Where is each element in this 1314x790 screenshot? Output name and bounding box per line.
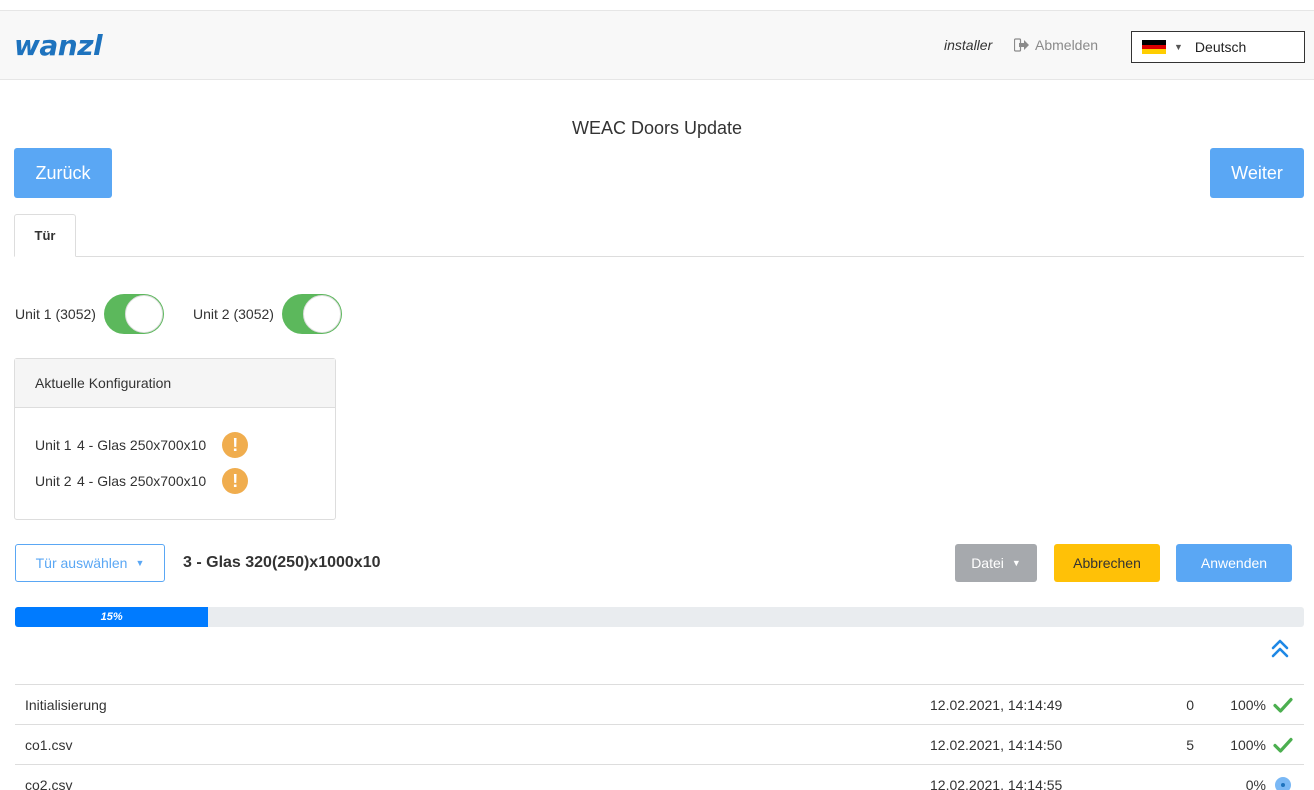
wanzl-logo[interactable]: wanzl (14, 29, 103, 62)
cancel-button[interactable]: Abbrechen (1054, 544, 1160, 582)
sign-out-icon (1014, 38, 1029, 52)
progress-bar: 15% (15, 607, 1304, 627)
current-config-panel: Aktuelle Konfiguration Unit 1 4 - Glas 2… (14, 358, 336, 520)
page-title: WEAC Doors Update (571, 118, 743, 138)
config-row-unit-1: Unit 1 4 - Glas 250x700x10 ! (35, 432, 249, 458)
unit-2-label: Unit 2 (3052) (193, 306, 274, 322)
warning-icon: ! (222, 468, 249, 494)
step-count: 5 (1186, 737, 1194, 753)
chevron-double-up-icon[interactable] (1267, 636, 1293, 662)
config-unit-label: Unit 1 (35, 437, 72, 453)
file-dropdown-button[interactable]: Datei ▼ (955, 544, 1037, 582)
step-name: Initialisierung (25, 697, 107, 713)
unit-2-switch[interactable] (281, 294, 342, 334)
config-value: 4 - Glas 250x700x10 (77, 473, 207, 489)
check-icon (1272, 695, 1294, 715)
step-count: 0 (1186, 697, 1194, 713)
step-percent: 0% (1245, 777, 1266, 790)
switch-knob (302, 295, 341, 333)
unit-1-toggle-group: Unit 1 (3052) (15, 294, 164, 334)
step-time: 12.02.2021, 14:14:49 (930, 697, 1063, 713)
config-unit-label: Unit 2 (35, 473, 72, 489)
top-navbar: wanzl installer Abmelden ▼ Deutsch (0, 10, 1314, 80)
config-value: 4 - Glas 250x700x10 (77, 437, 207, 453)
chevron-down-icon: ▼ (135, 558, 145, 568)
tab-bar: Tür (14, 214, 1304, 257)
username-label: installer (944, 37, 993, 53)
update-log-table: Initialisierung 12.02.2021, 14:14:49 0 1… (15, 684, 1304, 790)
config-row-unit-2: Unit 2 4 - Glas 250x700x10 ! (35, 468, 249, 494)
tab-door[interactable]: Tür (14, 214, 76, 257)
step-percent: 100% (1230, 697, 1266, 713)
unit-1-label: Unit 1 (3052) (15, 306, 96, 322)
warning-icon: ! (222, 432, 249, 458)
step-name: co1.csv (25, 737, 73, 753)
check-icon (1272, 735, 1294, 755)
back-button[interactable]: Zurück (14, 148, 112, 198)
language-dropdown[interactable]: ▼ Deutsch (1131, 31, 1305, 63)
selected-door-label: 3 - Glas 320(250)x1000x10 (183, 554, 381, 571)
table-row: co1.csv 12.02.2021, 14:14:50 5 100% (15, 724, 1304, 764)
switch-knob (124, 295, 163, 333)
table-row: co2.csv 12.02.2021, 14:14:55 0% (15, 764, 1304, 790)
step-time: 12.02.2021, 14:14:55 (930, 777, 1063, 790)
chevron-down-icon: ▼ (1011, 558, 1021, 568)
progress-fill: 15% (15, 607, 209, 627)
panel-heading: Aktuelle Konfiguration (15, 359, 335, 408)
door-select-dropdown[interactable]: Tür auswählen ▼ (15, 544, 165, 582)
next-button[interactable]: Weiter (1210, 148, 1304, 198)
file-label: Datei (971, 555, 1004, 571)
logout-label: Abmelden (1035, 37, 1099, 53)
flag-de-icon (1142, 40, 1166, 55)
table-row: Initialisierung 12.02.2021, 14:14:49 0 1… (15, 684, 1304, 724)
logout-link[interactable]: Abmelden (1014, 37, 1098, 53)
step-time: 12.02.2021, 14:14:50 (930, 737, 1063, 753)
language-label: Deutsch (1194, 39, 1247, 55)
door-select-label: Tür auswählen (35, 555, 128, 571)
unit-1-switch[interactable] (103, 294, 164, 334)
step-percent: 100% (1230, 737, 1266, 753)
unit-2-toggle-group: Unit 2 (3052) (193, 294, 342, 334)
spinner-icon (1272, 775, 1294, 790)
apply-button[interactable]: Anwenden (1176, 544, 1292, 582)
chevron-down-icon: ▼ (1174, 42, 1183, 52)
step-name: co2.csv (25, 777, 73, 790)
